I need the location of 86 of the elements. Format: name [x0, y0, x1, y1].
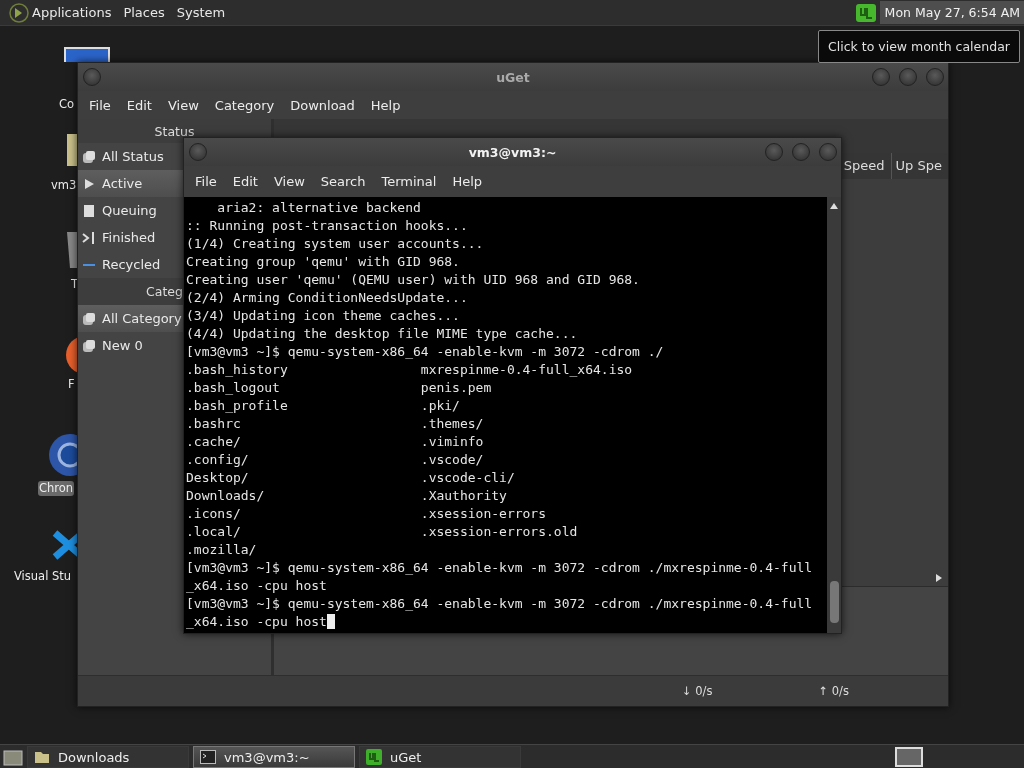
minimize-icon[interactable] [872, 68, 890, 86]
desktop-icon-label[interactable]: Co [58, 97, 76, 112]
sidebar-item[interactable]: All Status [78, 143, 184, 170]
terminal-line: Creating group 'qemu' with GID 968. [186, 253, 461, 271]
upload-speed: ↑ 0/s [818, 684, 849, 698]
desktop-icon-label[interactable]: F [67, 377, 76, 392]
menu-item[interactable]: Search [312, 174, 374, 189]
terminal-line: _x64.iso -cpu host [186, 613, 827, 631]
panel-menu[interactable]: System [176, 5, 235, 20]
sidebar-item[interactable]: New 0 [78, 332, 184, 359]
menu-item[interactable]: Edit [224, 174, 266, 189]
close-icon[interactable] [926, 68, 944, 86]
scroll-thumb[interactable] [829, 581, 839, 623]
menu-item[interactable]: Help [362, 97, 409, 113]
terminal-line: [vm3@vm3 ~]$ qemu-system-x86_64 -enable-kvm -m 3072 -cdrom ./mxrespinme-0.4-full [186, 595, 814, 613]
minus-icon [83, 263, 95, 266]
terminal-icon [200, 750, 216, 764]
document-icon [82, 203, 96, 218]
close-icon[interactable] [819, 143, 837, 161]
menu-item[interactable]: View [265, 174, 313, 189]
panel-menu[interactable]: Places [123, 5, 174, 20]
menu-item[interactable]: Terminal [373, 174, 445, 189]
terminal-line: (2/4) Arming ConditionNeedsUpdate... [186, 289, 469, 307]
terminal-line: .bash_profile .pki/ [186, 397, 461, 415]
sidebar-item[interactable]: Finished [78, 224, 184, 251]
terminal-line: .bash_history mxrespinme-0.4-full_x64.iso [186, 361, 634, 379]
menu-item[interactable]: File [187, 174, 225, 189]
taskbar-button[interactable]: uGet [359, 746, 521, 768]
terminal-line: .mozilla/ [186, 541, 258, 559]
terminal-line: .cache/ .viminfo [186, 433, 485, 451]
terminal-line: (1/4) Creating system user accounts... [186, 235, 485, 253]
menu-item[interactable]: File [81, 97, 119, 113]
maximize-icon[interactable] [899, 68, 917, 86]
stack-icon [82, 338, 96, 353]
terminal-line: Downloads/ .Xauthority [186, 487, 508, 505]
arrow-up-icon[interactable] [829, 201, 839, 211]
tooltip: Click to view month calendar [818, 30, 1020, 63]
desktop-icon-label[interactable]: Visual Stu [13, 569, 73, 584]
terminal-line: _x64.iso -cpu host [186, 577, 328, 595]
terminal-line: .config/ .vscode/ [186, 451, 485, 469]
finish-icon [82, 230, 96, 245]
maximize-icon[interactable] [792, 143, 810, 161]
terminal-line: Creating user 'qemu' (QEMU user) with UID 968 and GID 968. [186, 271, 641, 289]
monitor-icon [64, 47, 110, 62]
panel-menu[interactable]: Applications [32, 5, 121, 20]
window-menu-icon[interactable] [189, 143, 207, 161]
terminal-line: (4/4) Updating the desktop file MIME type cache... [186, 325, 579, 343]
terminal-line: .bashrc .themes/ [186, 415, 485, 433]
sidebar-item[interactable]: All Category [78, 305, 184, 332]
folder-icon [34, 750, 50, 764]
terminal-line: [vm3@vm3 ~]$ qemu-system-x86_64 -enable-kvm -m 3072 -cdrom ./ [186, 343, 665, 361]
sidebar-item[interactable]: Recycled [78, 251, 184, 278]
stack-icon [82, 311, 96, 326]
window-menu-icon[interactable] [83, 68, 101, 86]
terminal-line: (3/4) Updating icon theme caches... [186, 307, 461, 325]
arrow-right-icon[interactable] [934, 573, 944, 583]
menu-item[interactable]: View [159, 97, 207, 113]
clock[interactable]: Mon May 27, 6:54 AM [879, 1, 1024, 24]
menu-item[interactable]: Category [206, 97, 283, 113]
menu-item[interactable]: Help [444, 174, 491, 189]
menu-item[interactable]: Download [282, 97, 363, 113]
terminal-line: aria2: alternative backend [216, 199, 422, 217]
section-header: Categ [146, 284, 183, 299]
desktop-icon-label[interactable]: Chron [38, 481, 75, 496]
sidebar-item[interactable]: Active [78, 170, 184, 197]
window-title: uGet [496, 69, 530, 85]
stack-icon [82, 149, 96, 164]
terminal-line: .bash_logout penis.pem [186, 379, 493, 397]
logo-icon[interactable] [9, 2, 29, 23]
terminal-line: .icons/ .xsession-errors [186, 505, 548, 523]
download-speed: ↓ 0/s [682, 684, 713, 698]
taskbar-button[interactable]: vm3@vm3:~ [193, 746, 355, 768]
window-title: vm3@vm3:~ [468, 144, 557, 160]
taskbar-button[interactable]: Downloads [27, 746, 189, 768]
menu-item[interactable]: Edit [118, 97, 160, 113]
terminal-line: Desktop/ .vscode-cli/ [186, 469, 516, 487]
terminal-line: [vm3@vm3 ~]$ qemu-system-x86_64 -enable-kvm -m 3072 -cdrom ./mxrespinme-0.4-full [186, 559, 814, 577]
minimize-icon[interactable] [765, 143, 783, 161]
show-desktop-icon[interactable] [3, 748, 23, 766]
sidebar-item[interactable]: Queuing [78, 197, 184, 224]
desktop-icon-label[interactable]: vm3 [50, 178, 78, 193]
terminal-line: .local/ .xsession-errors.old [186, 523, 579, 541]
terminal-line: :: Running post-transaction hooks... [186, 217, 469, 235]
workspace-switcher[interactable] [895, 747, 923, 767]
scrollbar[interactable] [827, 197, 841, 633]
play-icon [82, 176, 96, 191]
